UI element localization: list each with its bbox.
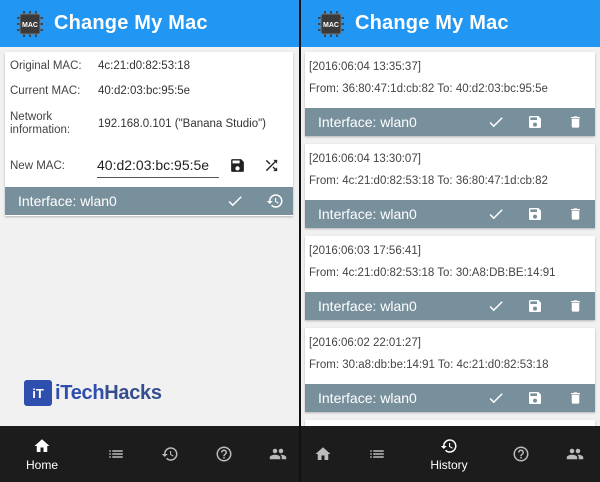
shuffle-icon[interactable] <box>261 155 281 175</box>
history-timestamp: [2016:06:04 13:35:37] <box>309 61 421 73</box>
nav-home-label: Home <box>25 457 58 472</box>
new-mac-input[interactable]: 40:d2:03:bc:95:5e <box>97 156 219 178</box>
home-screen: MAC Change My Mac Original MAC: 4c:21:d0… <box>0 0 299 482</box>
save-icon[interactable] <box>227 155 247 175</box>
nav-home[interactable]: Home <box>16 426 68 482</box>
nav-list[interactable] <box>365 426 389 482</box>
save-icon[interactable] <box>525 296 545 316</box>
nav-help[interactable] <box>509 426 533 482</box>
restore-icon[interactable] <box>265 191 285 211</box>
watermark-logo: iT iTechHacks <box>24 380 162 406</box>
nav-list[interactable] <box>104 426 128 482</box>
interface-label: Interface: wlan0 <box>318 206 417 222</box>
nav-help[interactable] <box>212 426 236 482</box>
history-mac-change: From: 30:a8:db:be:14:91 To: 4c:21:d0:82:… <box>309 359 549 371</box>
current-mac-value: 40:d2:03:bc:95:5e <box>98 85 191 97</box>
home-icon <box>34 438 50 452</box>
app-logo-text: MAC <box>323 22 339 29</box>
nav-history[interactable] <box>158 426 182 482</box>
new-mac-label: New MAC: <box>10 160 65 172</box>
interface-bar: Interface: wlan0 <box>305 292 595 320</box>
app-bar: MAC Change My Mac <box>0 0 299 47</box>
interface-label: Interface: wlan0 <box>318 298 417 314</box>
help-icon <box>216 446 232 462</box>
help-icon <box>513 446 529 462</box>
history-icon <box>440 438 457 453</box>
apply-check-icon[interactable] <box>225 191 245 211</box>
interface-label: Interface: wlan0 <box>318 114 417 130</box>
history-timestamp: [2016:06:04 13:30:07] <box>309 153 421 165</box>
delete-icon[interactable] <box>565 204 585 224</box>
interface-label: Interface: wlan0 <box>18 193 117 209</box>
app-logo-icon: MAC <box>317 10 345 38</box>
app-title: Change My Mac <box>54 12 208 34</box>
history-entry: [2016:06:04 13:35:37] From: 36:80:47:1d:c… <box>305 52 595 136</box>
list-icon <box>109 450 123 458</box>
nav-about[interactable] <box>563 426 587 482</box>
apply-check-icon[interactable] <box>486 204 506 224</box>
history-mac-change: From: 36:80:47:1d:cb:82 To: 40:d2:03:bc:… <box>309 83 548 95</box>
watermark-badge: iT <box>24 380 52 406</box>
watermark-text-part2: Hacks <box>104 381 162 404</box>
people-icon <box>566 448 584 460</box>
delete-icon[interactable] <box>565 112 585 132</box>
nav-history-label: History <box>430 457 468 472</box>
history-timestamp: [2016:06:03 17:56:41] <box>309 245 421 257</box>
interface-label: Interface: wlan0 <box>318 390 417 406</box>
interface-bar: Interface: wlan0 <box>5 187 293 215</box>
mac-info-card: Original MAC: 4c:21:d0:82:53:18 Current … <box>5 52 293 216</box>
interface-bar: Interface: wlan0 <box>305 200 595 228</box>
save-icon[interactable] <box>525 204 545 224</box>
delete-icon[interactable] <box>565 296 585 316</box>
interface-bar: Interface: wlan0 <box>305 108 595 136</box>
apply-check-icon[interactable] <box>486 388 506 408</box>
apply-check-icon[interactable] <box>486 112 506 132</box>
nav-history[interactable]: History <box>423 426 475 482</box>
app-title: Change My Mac <box>355 12 509 34</box>
save-icon[interactable] <box>525 388 545 408</box>
history-icon <box>161 447 178 461</box>
network-info-label: Network information: <box>10 111 71 136</box>
people-icon <box>269 448 287 460</box>
history-entry: [2016:06:03 17:56:41] From: 4c:21:d0:82:5… <box>305 236 595 320</box>
delete-icon[interactable] <box>565 388 585 408</box>
nav-about[interactable] <box>266 426 290 482</box>
watermark-text-part1: iTech <box>55 381 105 404</box>
history-timestamp: [2016:06:02 22:01:27] <box>309 337 421 349</box>
original-mac-label: Original MAC: <box>10 60 82 72</box>
network-info-value: 192.168.0.101 ("Banana Studio") <box>98 118 267 130</box>
history-mac-change: From: 4c:21:d0:82:53:18 To: 36:80:47:1d:… <box>309 175 548 187</box>
apply-check-icon[interactable] <box>486 296 506 316</box>
app-logo-text: MAC <box>22 22 38 29</box>
history-entry: [2016:06:02 22:01:27] From: 30:a8:db:be:1… <box>305 328 595 412</box>
bottom-navigation: Home <box>0 426 299 482</box>
nav-home[interactable] <box>311 426 335 482</box>
bottom-navigation: History <box>301 426 600 482</box>
interface-bar: Interface: wlan0 <box>305 384 595 412</box>
history-mac-change: From: 4c:21:d0:82:53:18 To: 30:A8:DB:BE:… <box>309 267 556 279</box>
history-entry: [2016:06:04 13:30:07] From: 4c:21:d0:82:5… <box>305 144 595 228</box>
home-icon <box>315 447 331 460</box>
history-screen: MAC Change My Mac [2016:06:04 13:35:37] F… <box>301 0 600 482</box>
original-mac-value: 4c:21:d0:82:53:18 <box>98 60 191 72</box>
save-icon[interactable] <box>525 112 545 132</box>
current-mac-label: Current MAC: <box>10 85 81 97</box>
app-bar: MAC Change My Mac <box>301 0 600 47</box>
app-logo-icon: MAC <box>16 10 44 38</box>
list-icon <box>370 450 384 458</box>
